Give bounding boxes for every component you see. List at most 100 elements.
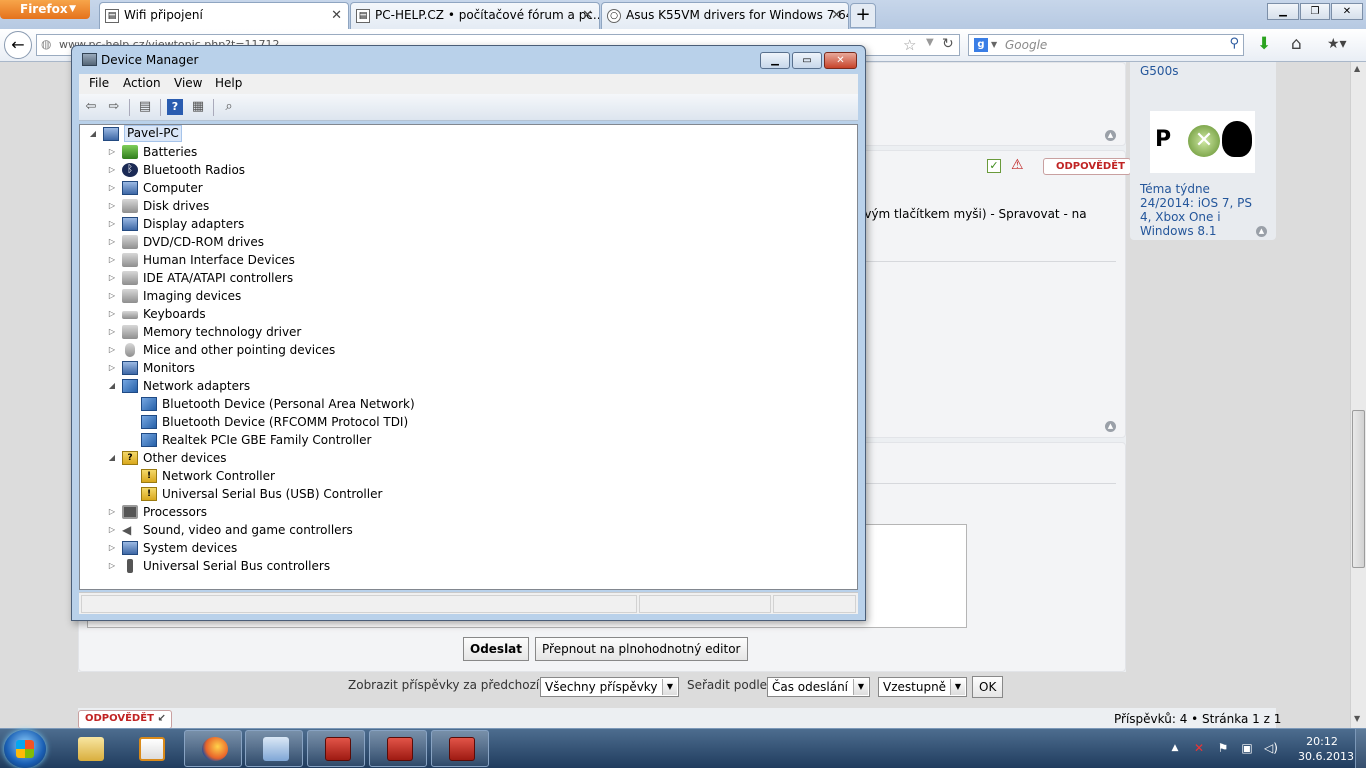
close-icon[interactable]: ✕ [831,3,842,28]
menu-file[interactable]: File [89,76,109,90]
expand-icon[interactable]: ▷ [107,161,117,179]
sidebar-link-g500s[interactable]: G500s [1140,64,1178,78]
browser-minimize-button[interactable]: ▁ [1267,3,1299,20]
tray-expand-icon[interactable]: ▲ [1168,741,1182,755]
close-icon[interactable]: ✕ [331,3,342,28]
taskbar-explorer[interactable] [60,730,118,767]
expand-icon[interactable]: ▷ [107,557,117,575]
scrollbar-thumb[interactable] [1352,410,1365,568]
expand-icon[interactable]: ▷ [107,287,117,305]
taskbar-firefox[interactable] [184,730,242,767]
expand-icon[interactable]: ▷ [107,359,117,377]
scroll-down-arrow-icon[interactable]: ▼ [1354,714,1360,723]
device-tree[interactable]: ◢ Pavel-PC ▷ Batteries ▷ ᛒ Bluetooth Radios… [79,124,858,590]
taskbar-toolbox-2[interactable] [369,730,427,767]
article-image[interactable]: P ✕ [1150,111,1255,173]
sidebar-article-link[interactable]: Téma týdne 24/2014: iOS 7, PS 4, Xbox On… [1140,182,1266,238]
reply-button-bottom[interactable]: ODPOVĚDĚT ↙ [78,710,172,728]
expand-icon[interactable]: ▷ [107,143,117,161]
minimize-button[interactable]: ▁ [760,52,790,69]
expand-icon[interactable]: ▷ [107,251,117,269]
expand-icon[interactable]: ▷ [107,179,117,197]
reload-icon[interactable]: ↻ [942,36,954,52]
expand-icon[interactable]: ▷ [107,323,117,341]
action-center-icon[interactable]: ⚑ [1216,741,1230,755]
menu-help[interactable]: Help [215,76,242,90]
browser-restore-button[interactable]: ❐ [1300,3,1330,20]
maximize-button[interactable]: ▭ [792,52,822,69]
browser-tab-pc-help[interactable]: ▤ PC-HELP.CZ • počítačové fórum a pc... … [350,2,600,29]
properties-icon[interactable]: ▦ [190,99,206,115]
playstation-logo-icon: P [1155,127,1172,152]
warning-icon: ! [141,487,157,501]
browser-tab-wifi[interactable]: ▤ Wifi připojení ✕ [99,2,349,29]
google-icon[interactable]: g [974,38,988,52]
chevron-down-icon[interactable]: ▼ [926,37,934,48]
collapse-icon[interactable]: ◢ [107,449,117,467]
volume-icon[interactable]: ◁) [1264,741,1278,755]
reply-button-top[interactable]: ODPOVĚDĚT [1043,158,1131,175]
device-manager-window[interactable]: Device Manager ▁ ▭ ✕ File Action View He… [71,45,866,621]
report-icon[interactable]: ⚠ [1011,157,1024,173]
posts-filter-select[interactable]: Všechny příspěvky ▼ [540,677,679,697]
expand-icon[interactable]: ▷ [107,305,117,323]
firefox-menu-button[interactable]: Firefox ▼ [0,0,90,19]
expand-icon[interactable]: ▷ [107,197,117,215]
collapse-icon[interactable]: ◢ [107,377,117,395]
browser-close-button[interactable]: ✕ [1331,3,1363,20]
close-icon[interactable]: ✕ [582,3,593,28]
network-icon[interactable]: ▣ [1240,741,1254,755]
search-icon[interactable]: ⚲ [1229,36,1239,51]
expand-icon[interactable]: ▷ [107,233,117,251]
back-arrow-icon: ← [11,35,25,54]
sort-by-select[interactable]: Čas odeslání ▼ [767,677,870,697]
new-tab-button[interactable]: + [850,3,876,28]
help-icon[interactable]: ? [167,99,183,115]
taskbar-toolbox-3[interactable] [431,730,489,767]
download-icon[interactable]: ⬇ [1257,34,1271,54]
device-manager-titlebar[interactable]: Device Manager ▁ ▭ ✕ [72,46,865,74]
scroll-up-arrow-icon[interactable]: ▲ [1354,64,1360,73]
expand-icon[interactable]: ▷ [107,503,117,521]
browser-tab-asus[interactable]: ○ Asus K55VM drivers for Windows 7 64...… [601,2,849,29]
back-button[interactable]: ← [4,31,32,59]
expand-icon[interactable]: ▷ [107,215,117,233]
search-bar[interactable]: g ▼ Google ⚲ [968,34,1244,56]
taskbar-toolbox-1[interactable] [307,730,365,767]
chevron-down-icon: ▼ [991,40,998,49]
expand-icon[interactable]: ▷ [107,269,117,287]
order-select[interactable]: Vzestupně ▼ [878,677,967,697]
expand-icon[interactable]: ▷ [107,521,117,539]
filter-ok-button[interactable]: OK [972,676,1004,698]
close-button[interactable]: ✕ [824,52,857,69]
bookmarks-icon[interactable]: ★▾ [1327,36,1347,52]
display-adapter-icon [122,217,138,231]
start-button[interactable] [4,730,46,768]
device-manager-icon [82,53,97,66]
back-arrow-icon[interactable]: ⇦ [83,99,99,115]
taskbar-clock[interactable]: 20:12 30.6.2013 [1298,734,1354,764]
collapse-icon[interactable]: ◢ [88,125,98,143]
disk-drive-icon [122,199,138,213]
scroll-top-icon[interactable]: ▲ [1256,226,1267,237]
page-scrollbar[interactable]: ▲ ▼ [1350,62,1366,728]
bookmark-star-icon[interactable]: ☆ [903,36,916,54]
expand-icon[interactable]: ▷ [107,539,117,557]
menu-view[interactable]: View [174,76,202,90]
taskbar-control-panel[interactable] [245,730,303,767]
scroll-top-icon[interactable]: ▲ [1105,421,1116,432]
full-editor-button[interactable]: Přepnout na plnohodnotný editor [535,637,748,661]
checkmark-icon[interactable]: ✓ [987,159,1001,173]
taskbar-media-player[interactable] [121,730,179,767]
forward-arrow-icon[interactable]: ⇨ [106,99,122,115]
show-hide-console-tree-icon[interactable]: ▤ [137,99,153,115]
computer-icon [103,127,119,141]
expand-icon[interactable]: ▷ [107,341,117,359]
show-desktop-button[interactable] [1355,729,1366,768]
home-icon[interactable]: ⌂ [1291,34,1302,54]
menu-action[interactable]: Action [123,76,161,90]
scan-hardware-icon[interactable]: ⌕ [221,99,237,115]
scroll-top-icon[interactable]: ▲ [1105,130,1116,141]
network-error-icon[interactable]: ✕ [1192,741,1206,755]
send-button[interactable]: Odeslat [463,637,529,661]
